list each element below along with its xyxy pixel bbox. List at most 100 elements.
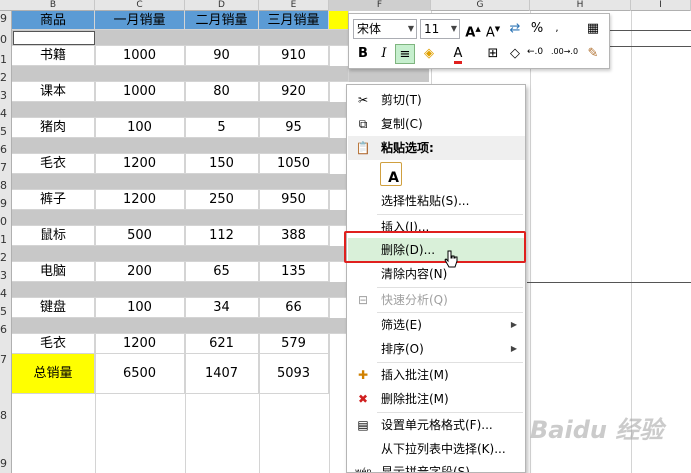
cell-mar[interactable]: 1050 bbox=[259, 154, 329, 174]
font-size-combo[interactable]: 11 ▼ bbox=[420, 19, 460, 39]
menu-item-copy[interactable]: ⧉ 复制(C) bbox=[348, 112, 525, 136]
cell-feb[interactable]: 80 bbox=[185, 82, 259, 102]
table-format-icon[interactable]: ▦ bbox=[583, 19, 603, 39]
cell-feb[interactable]: 150 bbox=[185, 154, 259, 174]
cell-item[interactable]: 键盘 bbox=[12, 298, 95, 318]
menu-item-sort[interactable]: 排序(O) ▶ bbox=[348, 337, 525, 361]
row-header[interactable]: 7 bbox=[0, 353, 12, 366]
cell-total-label[interactable]: 总销量 bbox=[12, 354, 95, 394]
fill-color-icon[interactable]: ◈ bbox=[419, 44, 439, 64]
cell-jan[interactable]: 1200 bbox=[95, 334, 185, 354]
row-header[interactable]: 4 bbox=[0, 287, 12, 300]
row-header[interactable]: 5 bbox=[0, 125, 12, 138]
gray-band-row[interactable] bbox=[12, 30, 349, 46]
row-header[interactable]: 3 bbox=[0, 89, 12, 102]
column-header-f[interactable]: F bbox=[329, 0, 431, 11]
format-painter-icon[interactable]: ✎ bbox=[583, 44, 603, 64]
cell-mar[interactable]: 388 bbox=[259, 226, 329, 246]
font-name-combo[interactable]: 宋体 ▼ bbox=[353, 19, 417, 39]
percent-button[interactable]: % bbox=[527, 19, 547, 39]
row-header[interactable]: 6 bbox=[0, 143, 12, 156]
menu-item-show-phonetic[interactable]: wén 显示拼音字段(S) bbox=[348, 460, 525, 472]
cell-feb[interactable]: 621 bbox=[185, 334, 259, 354]
gray-band-row[interactable] bbox=[12, 138, 349, 154]
row-header[interactable]: 6 bbox=[0, 323, 12, 336]
paste-icon[interactable]: A bbox=[380, 162, 402, 186]
row-header[interactable]: 4 bbox=[0, 107, 12, 120]
cell-feb[interactable]: 250 bbox=[185, 190, 259, 210]
row-header[interactable]: 7 bbox=[0, 161, 12, 174]
align-center-icon[interactable]: ≡ bbox=[395, 44, 415, 64]
row-header[interactable]: 9 bbox=[0, 12, 12, 25]
cell-item[interactable]: 毛衣 bbox=[12, 334, 95, 354]
header-cell-f[interactable] bbox=[329, 11, 349, 30]
row-header[interactable]: 0 bbox=[0, 215, 12, 228]
menu-item-paste-special[interactable]: 选择性粘贴(S)... bbox=[348, 189, 525, 213]
cell-mar[interactable]: 579 bbox=[259, 334, 329, 354]
cell-total-jan[interactable]: 6500 bbox=[95, 354, 185, 394]
column-header-c[interactable]: C bbox=[95, 0, 185, 11]
cell-item[interactable]: 鼠标 bbox=[12, 226, 95, 246]
row-header[interactable]: 9 bbox=[0, 197, 12, 210]
header-cell-jan[interactable]: 一月销量 bbox=[95, 11, 185, 30]
cell-mar[interactable]: 950 bbox=[259, 190, 329, 210]
cell-item[interactable]: 书籍 bbox=[12, 46, 95, 66]
cell-jan[interactable]: 1000 bbox=[95, 82, 185, 102]
italic-button[interactable]: I bbox=[374, 44, 394, 64]
cell-item[interactable]: 电脑 bbox=[12, 262, 95, 282]
row-header[interactable]: 2 bbox=[0, 71, 12, 84]
menu-item-clear-contents[interactable]: 清除内容(N) bbox=[348, 262, 525, 286]
header-cell-feb[interactable]: 二月销量 bbox=[185, 11, 259, 30]
menu-item-quick-analysis[interactable]: ⊟ 快速分析(Q) bbox=[348, 288, 525, 312]
number-format-icon[interactable]: ⇄ bbox=[505, 19, 525, 39]
row-header[interactable]: 8 bbox=[0, 409, 12, 422]
cell-mar[interactable]: 920 bbox=[259, 82, 329, 102]
header-cell-item[interactable]: 商品 bbox=[12, 11, 95, 30]
cell-feb[interactable]: 5 bbox=[185, 118, 259, 138]
cell-total-feb[interactable]: 1407 bbox=[185, 354, 259, 394]
cell-jan[interactable]: 100 bbox=[95, 298, 185, 318]
row-header[interactable]: 8 bbox=[0, 179, 12, 192]
cell-jan[interactable]: 1200 bbox=[95, 154, 185, 174]
cell-item[interactable]: 毛衣 bbox=[12, 154, 95, 174]
row-header[interactable]: 1 bbox=[0, 233, 12, 246]
menu-item-format-cells[interactable]: ▤ 设置单元格格式(F)... bbox=[348, 413, 525, 437]
cell-feb[interactable]: 90 bbox=[185, 46, 259, 66]
cell-total-mar[interactable]: 5093 bbox=[259, 354, 329, 394]
gray-band-row[interactable] bbox=[12, 102, 349, 118]
row-header[interactable]: 5 bbox=[0, 305, 12, 318]
cell-mar[interactable]: 95 bbox=[259, 118, 329, 138]
merge-cells-icon[interactable]: ◇ bbox=[505, 44, 525, 64]
menu-item-pick-from-list[interactable]: 从下拉列表中选择(K)... bbox=[348, 437, 525, 461]
cell-jan[interactable]: 500 bbox=[95, 226, 185, 246]
gray-band-row[interactable] bbox=[12, 210, 349, 226]
row-header[interactable]: 2 bbox=[0, 251, 12, 264]
row-header[interactable]: 3 bbox=[0, 269, 12, 282]
decrease-decimal-button[interactable]: .00→.0 bbox=[551, 47, 579, 56]
menu-item-delete-comment[interactable]: ✖ 删除批注(M) bbox=[348, 387, 525, 411]
cell-feb[interactable]: 112 bbox=[185, 226, 259, 246]
header-cell-mar[interactable]: 三月销量 bbox=[259, 11, 329, 30]
gray-band-row[interactable] bbox=[12, 246, 349, 262]
column-header-h[interactable]: H bbox=[530, 0, 631, 11]
cell-item[interactable]: 裤子 bbox=[12, 190, 95, 210]
column-header-d[interactable]: D bbox=[185, 0, 259, 11]
cell-jan[interactable]: 200 bbox=[95, 262, 185, 282]
increase-font-icon[interactable]: A▲ bbox=[463, 19, 483, 40]
row-header[interactable]: 0 bbox=[0, 33, 12, 46]
cell-feb[interactable]: 34 bbox=[185, 298, 259, 318]
column-header-g[interactable]: G bbox=[431, 0, 530, 11]
column-header-b[interactable]: B bbox=[12, 0, 95, 11]
increase-decimal-button[interactable]: ←.0 bbox=[527, 47, 549, 57]
column-header-e[interactable]: E bbox=[259, 0, 329, 11]
cell-mar[interactable]: 135 bbox=[259, 262, 329, 282]
gray-band-row[interactable] bbox=[12, 66, 349, 82]
menu-item-cut[interactable]: ✂ 剪切(T) bbox=[348, 88, 525, 112]
gray-band-row[interactable] bbox=[12, 282, 349, 298]
decrease-font-icon[interactable]: A▼ bbox=[483, 19, 503, 40]
gray-band-row[interactable] bbox=[12, 318, 349, 334]
gray-band-row[interactable] bbox=[12, 174, 349, 190]
cell-mar[interactable]: 910 bbox=[259, 46, 329, 66]
cell-jan[interactable]: 1000 bbox=[95, 46, 185, 66]
row-header[interactable]: 1 bbox=[0, 53, 12, 66]
